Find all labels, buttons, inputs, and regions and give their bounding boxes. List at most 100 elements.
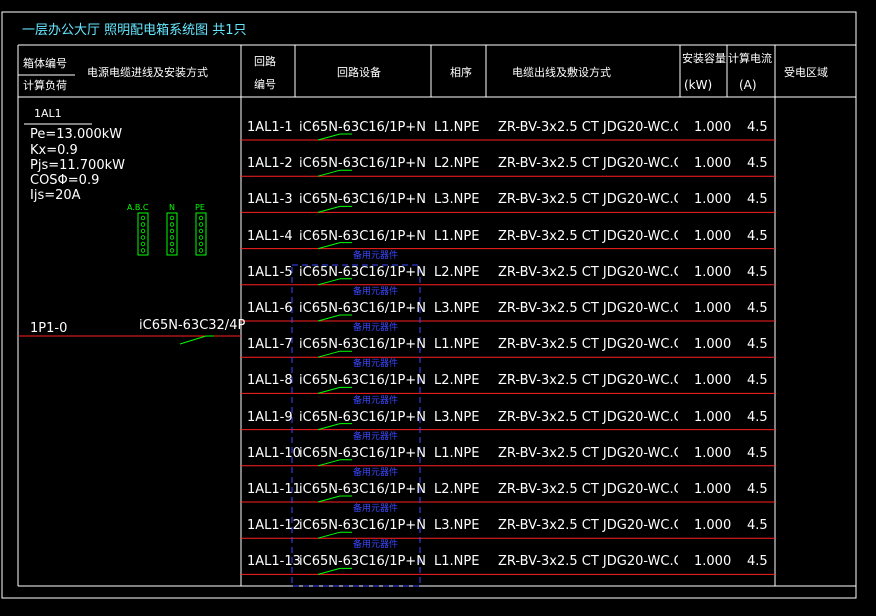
busbar-terminal	[140, 235, 146, 240]
busbar-terminal	[169, 215, 175, 221]
spare-component-label: 备用元器件	[353, 540, 399, 551]
circuit-no: 1AL1-8	[247, 373, 293, 389]
circuit-no: 1AL1-4	[247, 228, 293, 244]
circuit-phase: L2.NPE	[434, 156, 480, 172]
circuit-cable: ZR-BV-3x2.5 CT JDG20-WC.CE	[498, 374, 678, 388]
busbar-terminal	[169, 241, 175, 247]
header-area: 受电区域	[784, 66, 828, 79]
circuit-device: iC65N-63C16/1P+N	[299, 264, 426, 280]
circuit-no: 1AL1-9	[247, 409, 293, 425]
circuit-phase: L2.NPE	[434, 482, 480, 497]
circuit-amp: 4.5	[747, 409, 768, 425]
busbar-terminal	[140, 248, 146, 253]
header-phase: 相序	[450, 66, 472, 79]
circuit-device: iC65N-63C16/1P+N	[299, 156, 426, 172]
box-pjs: Pjs=11.700kW	[30, 158, 125, 173]
circuit-no: 1AL1-2	[247, 156, 293, 172]
incoming-breaker: iC65N-63C32/4P	[139, 318, 246, 333]
box-kx: Kx=0.9	[30, 143, 78, 158]
busbar-n-label: N	[169, 203, 175, 212]
circuit-kw: 1.000	[694, 373, 732, 389]
circuit-no: 1AL1-5	[247, 264, 293, 280]
header-circuit-no-1: 回路	[254, 55, 276, 68]
circuit-cable: ZR-BV-3x2.5 CT JDG20-WC.CE	[498, 302, 678, 315]
circuit-kw: 1.000	[694, 301, 732, 316]
circuit-phase: L1.NPE	[434, 445, 480, 461]
busbar-terminal	[140, 228, 146, 234]
circuit-device: iC65N-63C16/1P+N	[299, 337, 426, 353]
busbar-terminal	[198, 241, 204, 247]
circuit-cable: ZR-BV-3x2.5 CT JDG20-WC.CE	[498, 121, 678, 134]
header-cable-out: 电缆出线及敷设方式	[512, 66, 611, 79]
circuit-no: 1AL1-6	[247, 301, 293, 316]
circuit-kw: 1.000	[694, 518, 732, 534]
circuit-amp: 4.5	[747, 120, 768, 135]
circuit-device: iC65N-63C16/1P+N	[299, 373, 426, 389]
circuit-no: 1AL1-10	[247, 445, 301, 461]
circuit-phase: L3.NPE	[434, 192, 480, 208]
circuit-cable: ZR-BV-3x2.5 CT JDG20-WC.CE	[498, 157, 678, 171]
circuit-phase: L1.NPE	[434, 554, 480, 570]
spare-component-label: 备用元器件	[353, 359, 399, 370]
busbar-terminal	[198, 222, 204, 227]
circuit-amp: 4.5	[747, 373, 768, 389]
spare-component-label: 备用元器件	[353, 395, 399, 406]
breaker-symbol	[317, 350, 352, 358]
circuit-phase: L2.NPE	[434, 373, 480, 389]
busbar-pe-label: PE	[195, 203, 205, 212]
circuit-cable: ZR-BV-3x2.5 CT JDG20-WC.CE	[498, 193, 678, 207]
spare-component-label: 备用元器件	[353, 504, 399, 515]
spare-component-label: 备用元器件	[353, 287, 399, 297]
circuit-device: iC65N-63C16/1P+N	[299, 554, 426, 570]
circuit-kw: 1.000	[694, 264, 732, 280]
header-current-2: (A)	[739, 78, 757, 92]
page-title: 一层办公大厅 照明配电箱系统图 共1只	[22, 23, 247, 38]
busbar-terminal	[198, 235, 204, 240]
circuit-kw: 1.000	[694, 482, 732, 497]
spare-component-label: 备用元器件	[353, 468, 399, 478]
busbar-terminals	[140, 215, 204, 253]
header-circuit-no-2: 编号	[254, 78, 276, 91]
circuit-no: 1AL1-1	[247, 120, 293, 135]
busbar-terminal	[169, 228, 175, 234]
circuit-cable: ZR-BV-3x2.5 CT JDG20-WC.CE	[498, 555, 678, 569]
circuit-phase: L3.NPE	[434, 409, 480, 425]
breaker-symbol	[317, 169, 352, 177]
busbar-terminal	[169, 248, 175, 253]
circuit-phase: L3.NPE	[434, 301, 480, 316]
circuit-amp: 4.5	[747, 228, 768, 244]
header-capacity-2: (kW)	[684, 78, 713, 92]
circuit-phase: L2.NPE	[434, 264, 480, 280]
circuit-device: iC65N-63C16/1P+N	[299, 482, 426, 497]
circuit-device: iC65N-63C16/1P+N	[299, 301, 426, 316]
circuit-kw: 1.000	[694, 554, 732, 570]
breaker-symbol	[317, 205, 352, 213]
circuit-amp: 4.5	[747, 264, 768, 280]
circuit-device: iC65N-63C16/1P+N	[299, 228, 426, 244]
circuit-no: 1AL1-11	[247, 482, 301, 497]
circuit-device: iC65N-63C16/1P+N	[299, 192, 426, 208]
circuit-cable: ZR-BV-3x2.5 CT JDG20-WC.CE	[498, 519, 678, 533]
circuit-no: 1AL1-12	[247, 518, 301, 534]
circuit-amp: 4.5	[747, 301, 768, 316]
circuit-kw: 1.000	[694, 192, 732, 208]
circuit-phase: L1.NPE	[434, 337, 480, 353]
header-capacity-1: 安装容量	[682, 52, 726, 65]
box-cos: COSΦ=0.9	[30, 173, 100, 188]
header-box-no: 箱体编号	[23, 57, 67, 70]
incoming-breaker-symbol	[179, 335, 214, 345]
header-device: 回路设备	[337, 66, 381, 79]
spare-component-label: 备用元器件	[353, 250, 399, 261]
busbar-terminal	[198, 215, 204, 221]
busbar-terminal	[169, 235, 175, 240]
circuit-no: 1AL1-13	[247, 554, 301, 570]
box-ijs: Ijs=20A	[30, 188, 81, 203]
circuit-amp: 4.5	[747, 337, 768, 353]
circuit-device: iC65N-63C16/1P+N	[299, 120, 426, 135]
circuit-kw: 1.000	[694, 445, 732, 461]
circuit-amp: 4.5	[747, 156, 768, 172]
header-calc-load: 计算负荷	[23, 79, 67, 92]
busbar-terminal	[140, 241, 146, 247]
header-current-1: 计算电流	[728, 52, 772, 65]
circuit-amp: 4.5	[747, 192, 768, 208]
